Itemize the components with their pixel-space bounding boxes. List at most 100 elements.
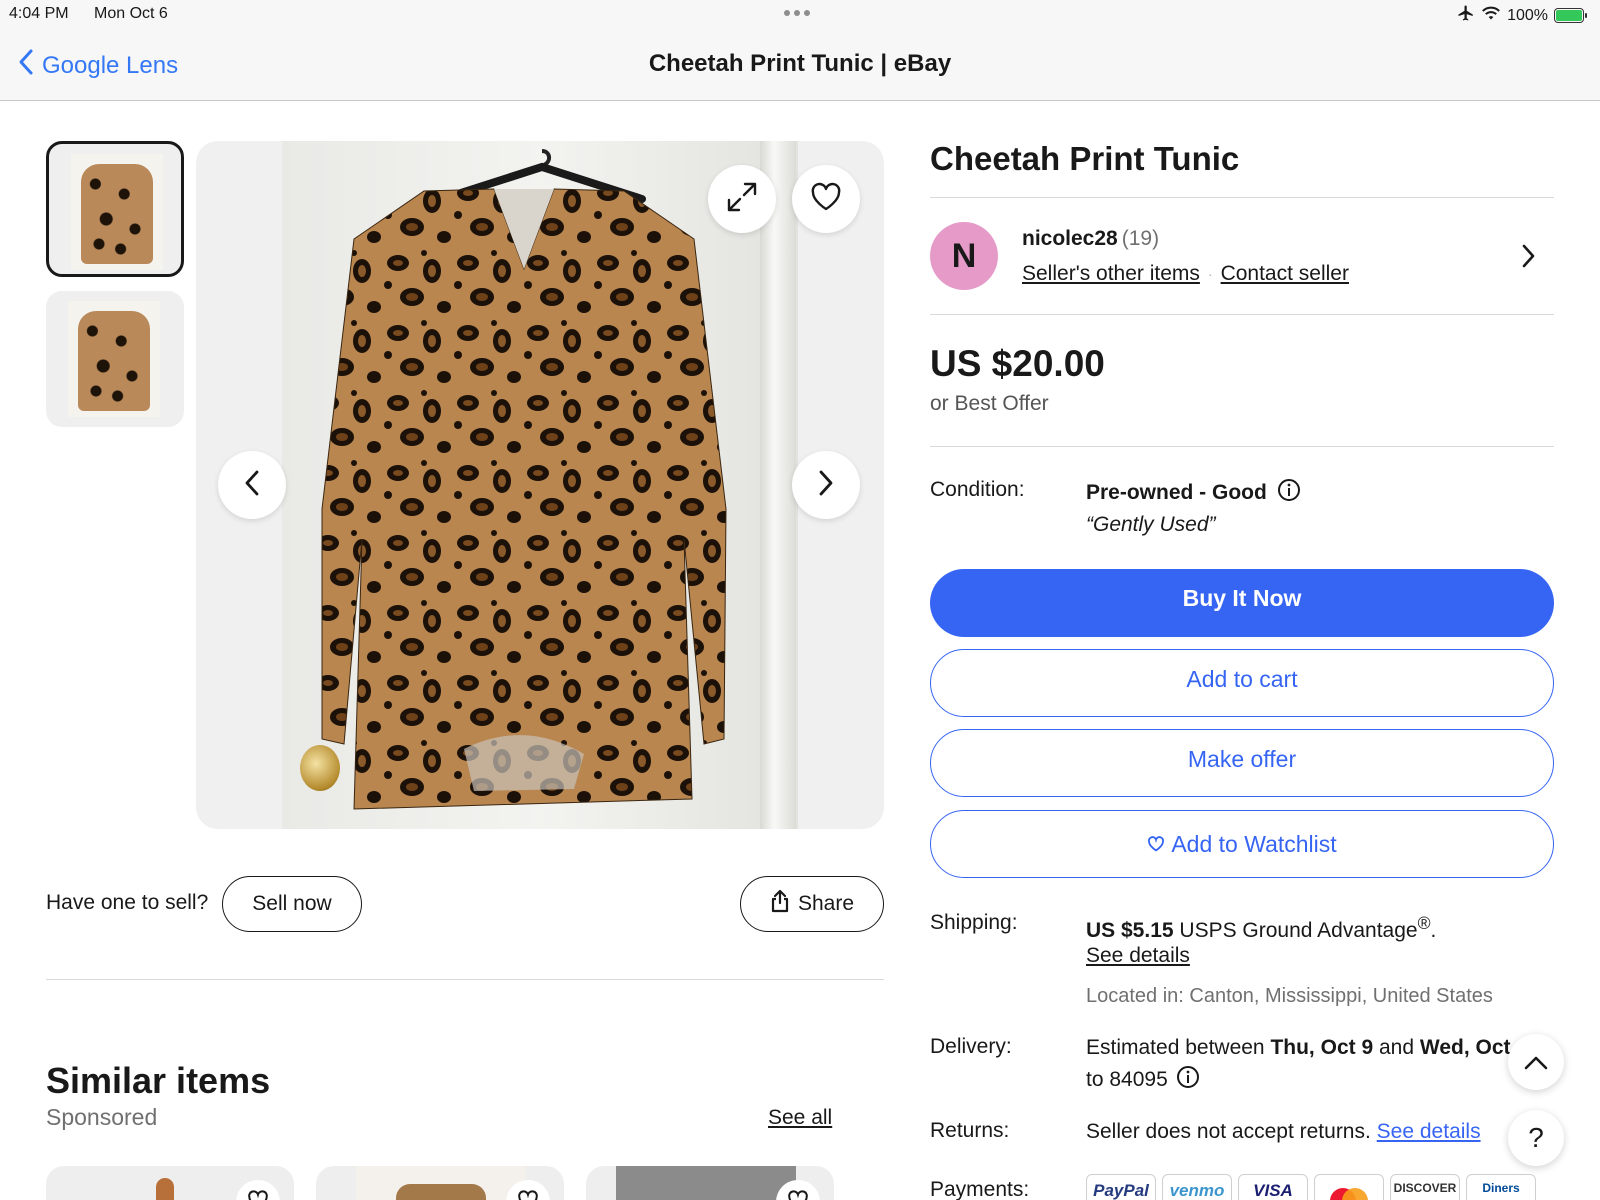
returns-info: Seller does not accept returns. See deta… — [1086, 1120, 1481, 1144]
heart-icon — [247, 1189, 269, 1200]
heart-icon — [1147, 831, 1165, 858]
item-location: Located in: Canton, Mississippi, United … — [1086, 985, 1493, 1007]
help-button[interactable]: ? — [1508, 1110, 1564, 1166]
shipping-label: Shipping: — [930, 911, 1018, 934]
make-offer-label: Make offer — [1187, 746, 1297, 772]
sell-now-label: Sell now — [252, 892, 332, 915]
buy-it-now-label: Buy It Now — [1182, 585, 1302, 611]
add-to-watchlist-button[interactable]: Add to Watchlist — [930, 810, 1554, 878]
expand-icon — [725, 180, 759, 219]
condition-note: “Gently Used” — [1086, 513, 1216, 536]
similar-items-heading: Similar items — [46, 1060, 271, 1101]
seller-details-chevron-icon[interactable] — [1520, 243, 1536, 274]
sponsored-label: Sponsored — [46, 1104, 158, 1130]
expand-image-button[interactable] — [708, 165, 776, 233]
buy-it-now-button[interactable]: Buy It Now — [930, 569, 1554, 637]
seller-links: Seller's other items · Contact seller — [1022, 262, 1349, 286]
battery-percent: 100% — [1507, 6, 1548, 24]
delivery-zip: to 84095 — [1086, 1068, 1168, 1091]
shipping-see-details-link[interactable]: See details — [1086, 944, 1190, 967]
venmo-logo-icon: venmo — [1162, 1174, 1232, 1200]
delivery-zip-row: to 84095 — [1086, 1065, 1200, 1095]
heart-icon — [517, 1189, 539, 1200]
item-title: Cheetah Print Tunic — [930, 140, 1240, 177]
seller-avatar[interactable]: N — [930, 222, 998, 290]
link-separator: · — [1207, 266, 1213, 282]
seller-name-row[interactable]: nicolec28 (19) — [1022, 227, 1159, 251]
shipping-details-row: See details — [1086, 944, 1190, 968]
payment-methods: PayPal venmo VISA Mastercard DISCOVER Di… — [1086, 1174, 1536, 1200]
contact-seller-link[interactable]: Contact seller — [1221, 262, 1349, 286]
favorite-button[interactable] — [792, 165, 860, 233]
seller-name: nicolec28 — [1022, 227, 1118, 250]
condition-value: Pre-owned - Good — [1086, 481, 1267, 504]
discover-logo-icon: DISCOVER — [1390, 1174, 1460, 1200]
navigation-bar: Google Lens Cheetah Print Tunic | eBay — [0, 28, 1600, 101]
delivery-date-from: Thu, Oct 9 — [1270, 1036, 1374, 1059]
next-image-button[interactable] — [792, 451, 860, 519]
seller-feedback-count: (19) — [1121, 227, 1160, 250]
registered-mark: ® — [1417, 913, 1431, 933]
shipping-info: US $5.15 USPS Ground Advantage®. — [1086, 913, 1436, 943]
divider — [930, 314, 1554, 315]
previous-image-button[interactable] — [218, 451, 286, 519]
shipping-cost: US $5.15 — [1086, 919, 1174, 942]
sell-prompt: Have one to sell? — [46, 891, 209, 914]
returns-policy: Seller does not accept returns. — [1086, 1120, 1371, 1143]
delivery-date-to: Wed, Oct — [1419, 1036, 1511, 1059]
status-bar: 4:04 PM Mon Oct 6 100% — [0, 0, 1600, 28]
returns-see-details-link[interactable]: See details — [1377, 1120, 1481, 1143]
multitasking-dots-icon[interactable] — [784, 10, 810, 16]
shipping-period: . — [1430, 919, 1437, 942]
thumbnail-1[interactable] — [46, 141, 184, 277]
scroll-to-top-button[interactable] — [1508, 1034, 1564, 1090]
similar-item-card[interactable] — [586, 1166, 834, 1200]
condition-label: Condition: — [930, 478, 1025, 501]
add-to-cart-button[interactable]: Add to cart — [930, 649, 1554, 717]
chevron-left-icon — [242, 469, 262, 502]
make-offer-button[interactable]: Make offer — [930, 729, 1554, 797]
tunic-graphic — [321, 188, 727, 810]
product-photo — [282, 141, 798, 829]
seller-other-items-link[interactable]: Seller's other items — [1022, 262, 1200, 286]
item-price: US $20.00 — [930, 343, 1105, 384]
status-date: Mon Oct 6 — [94, 5, 168, 22]
condition-value-row: Pre-owned - Good — [1086, 478, 1301, 508]
delivery-prefix: Estimated between — [1086, 1036, 1265, 1059]
best-offer-note: or Best Offer — [930, 392, 1049, 415]
returns-label: Returns: — [930, 1119, 1010, 1142]
thumbnail-2[interactable] — [46, 291, 184, 427]
info-icon[interactable] — [1277, 478, 1301, 508]
favorite-button[interactable] — [236, 1180, 280, 1200]
info-icon[interactable] — [1176, 1065, 1200, 1095]
chevron-up-icon — [1523, 1046, 1549, 1078]
payments-label: Payments: — [930, 1178, 1030, 1200]
similar-item-card[interactable] — [46, 1166, 294, 1200]
see-all-link[interactable]: See all — [768, 1106, 832, 1130]
sell-now-button[interactable]: Sell now — [222, 876, 362, 932]
divider — [930, 197, 1554, 198]
add-to-watchlist-label: Add to Watchlist — [1171, 830, 1337, 857]
share-icon — [770, 889, 790, 919]
share-button[interactable]: Share — [740, 876, 884, 932]
status-time: 4:04 PM — [9, 5, 69, 22]
delivery-label: Delivery: — [930, 1035, 1012, 1058]
page-title: Cheetah Print Tunic | eBay — [648, 50, 952, 77]
battery-icon — [1554, 8, 1587, 23]
add-to-cart-label: Add to cart — [1186, 666, 1298, 692]
chevron-right-icon — [816, 469, 836, 502]
visa-logo-icon: VISA — [1238, 1174, 1308, 1200]
share-label: Share — [797, 892, 855, 915]
similar-item-card[interactable] — [316, 1166, 564, 1200]
divider — [930, 446, 1554, 447]
heart-icon — [787, 1189, 809, 1200]
delivery-and: and — [1378, 1036, 1415, 1059]
airplane-icon — [1457, 4, 1475, 27]
wifi-icon — [1481, 5, 1501, 26]
delivery-estimate: Estimated between Thu, Oct 9 and Wed, Oc… — [1086, 1036, 1511, 1060]
diners-logo-icon: Diners — [1466, 1174, 1536, 1200]
main-product-image[interactable] — [196, 141, 884, 829]
paypal-logo-icon: PayPal — [1086, 1174, 1156, 1200]
shipping-service: USPS Ground Advantage — [1179, 919, 1418, 942]
section-divider — [46, 979, 884, 980]
